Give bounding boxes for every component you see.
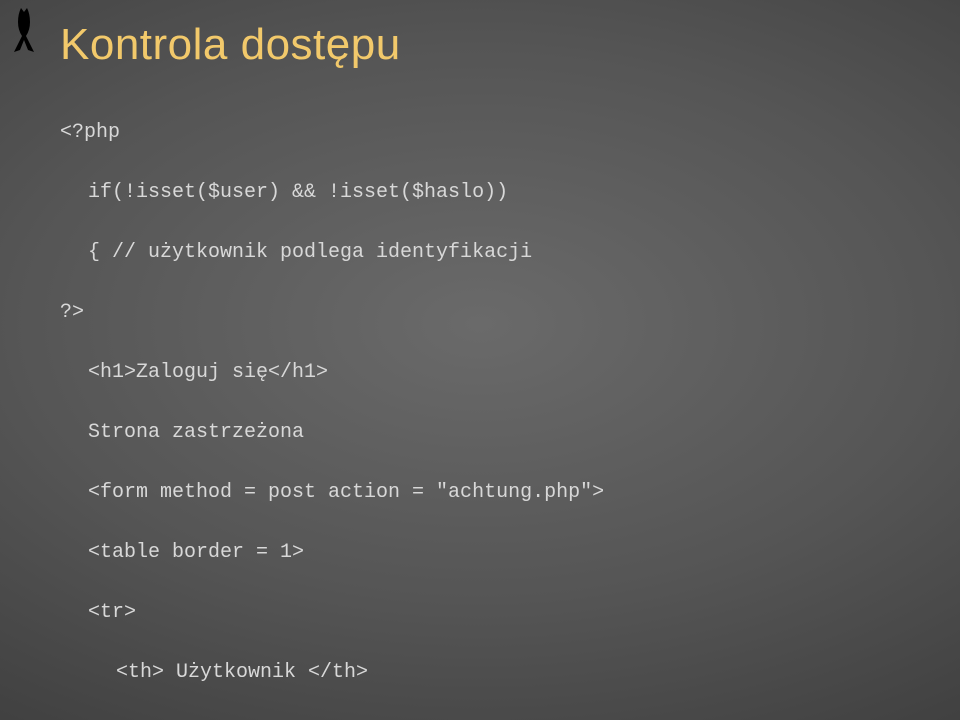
code-line: <th> Użytkownik </th> (60, 658, 680, 688)
code-line: { // użytkownik podlega identyfikacji (60, 238, 680, 268)
code-line: ?> (60, 298, 680, 328)
code-line: if(!isset($user) && !isset($haslo)) (60, 178, 680, 208)
ribbon-icon (8, 6, 40, 54)
code-line: Strona zastrzeżona (60, 418, 680, 448)
code-line: <form method = post action = "achtung.ph… (60, 478, 680, 508)
slide-title: Kontrola dostępu (60, 20, 401, 70)
code-line: <table border = 1> (60, 538, 680, 568)
code-line: <?php (60, 118, 680, 148)
code-line: <h1>Zaloguj się</h1> (60, 358, 680, 388)
code-line: <tr> (60, 598, 680, 628)
code-block: <?php if(!isset($user) && !isset($haslo)… (60, 88, 680, 720)
